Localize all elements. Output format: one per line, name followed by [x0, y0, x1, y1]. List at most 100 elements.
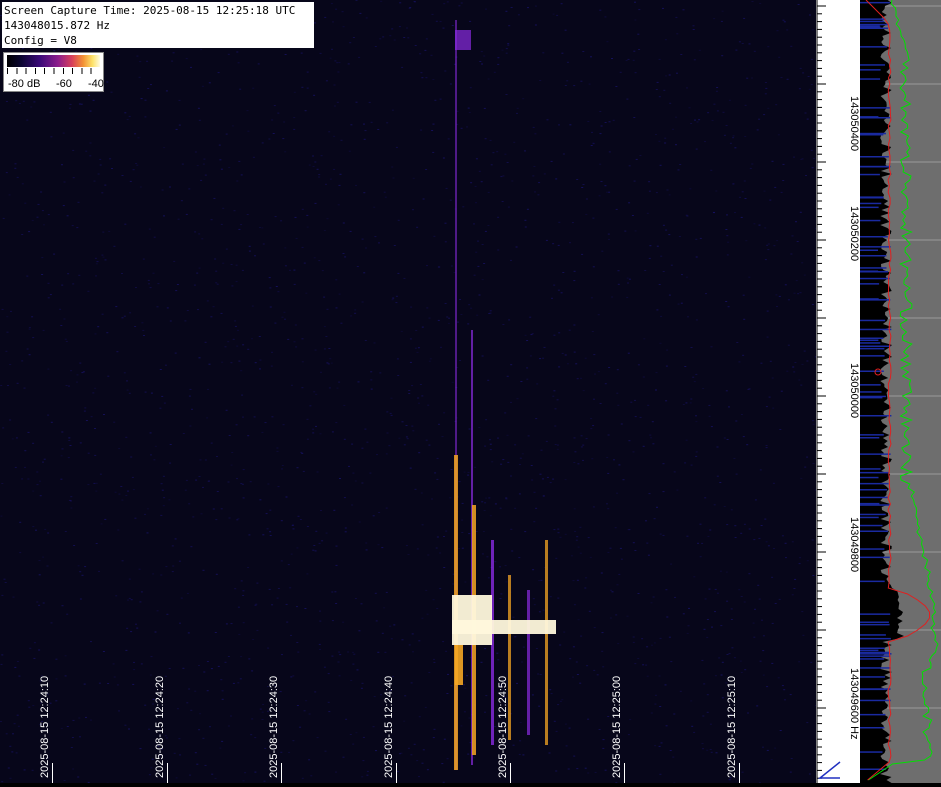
noise-speck: [443, 412, 445, 413]
noise-speck: [711, 752, 713, 753]
noise-speck: [251, 670, 253, 671]
noise-speck: [90, 48, 92, 49]
noise-speck: [247, 110, 249, 111]
noise-speck: [41, 274, 43, 275]
noise-speck: [129, 393, 131, 394]
noise-speck: [32, 770, 34, 771]
noise-speck: [643, 446, 645, 447]
noise-speck: [629, 719, 631, 720]
noise-speck: [140, 187, 142, 188]
noise-speck: [702, 388, 704, 389]
noise-speck: [154, 237, 156, 238]
noise-speck: [581, 187, 583, 188]
noise-speck: [786, 371, 788, 372]
noise-speck: [325, 751, 327, 752]
noise-speck: [771, 577, 773, 578]
noise-speck: [731, 619, 733, 620]
noise-speck: [12, 733, 14, 734]
noise-speck: [604, 185, 606, 186]
noise-speck: [369, 102, 371, 103]
noise-speck: [445, 241, 447, 242]
noise-speck: [286, 622, 288, 623]
noise-speck: [770, 361, 772, 362]
noise-speck: [552, 396, 554, 397]
noise-speck: [665, 230, 667, 231]
noise-speck: [241, 580, 243, 581]
noise-speck: [314, 22, 316, 23]
noise-speck: [438, 320, 440, 321]
noise-speck: [711, 426, 713, 427]
noise-speck: [809, 774, 811, 775]
noise-speck: [532, 333, 534, 334]
noise-speck: [437, 537, 439, 538]
noise-speck: [443, 158, 445, 159]
noise-speck: [217, 491, 219, 492]
noise-speck: [342, 11, 344, 12]
noise-speck: [50, 112, 52, 113]
noise-speck: [129, 579, 131, 580]
noise-speck: [105, 259, 107, 260]
noise-speck: [467, 475, 469, 476]
noise-speck: [297, 652, 299, 653]
noise-speck: [594, 627, 596, 628]
noise-speck: [409, 644, 411, 645]
noise-speck: [370, 371, 372, 372]
noise-speck: [479, 61, 481, 62]
time-tick: [396, 763, 397, 783]
time-label: 2025-08-15 12:24:50: [497, 676, 509, 778]
noise-speck: [242, 270, 244, 271]
noise-speck: [426, 440, 428, 441]
noise-speck: [502, 175, 504, 176]
noise-speck: [141, 98, 143, 99]
noise-speck: [347, 652, 349, 653]
noise-speck: [331, 592, 333, 593]
noise-speck: [411, 682, 413, 683]
noise-speck: [228, 54, 230, 55]
noise-speck: [681, 274, 683, 275]
noise-speck: [615, 527, 617, 528]
noise-speck: [293, 129, 295, 130]
noise-speck: [468, 108, 470, 109]
noise-speck: [438, 267, 440, 268]
noise-speck: [746, 444, 748, 445]
noise-speck: [277, 291, 279, 292]
noise-speck: [68, 386, 70, 387]
noise-speck: [587, 773, 589, 774]
noise-speck: [490, 140, 492, 141]
noise-speck: [481, 662, 483, 663]
noise-speck: [250, 734, 252, 735]
noise-speck: [418, 640, 420, 641]
noise-speck: [333, 136, 335, 137]
noise-speck: [707, 694, 709, 695]
noise-speck: [365, 248, 367, 249]
noise-speck: [490, 515, 492, 516]
noise-speck: [247, 214, 249, 215]
noise-speck: [475, 252, 477, 253]
noise-speck: [578, 547, 580, 548]
noise-speck: [678, 304, 680, 305]
noise-speck: [421, 395, 423, 396]
noise-speck: [103, 651, 105, 652]
noise-speck: [374, 696, 376, 697]
noise-speck: [40, 495, 42, 496]
noise-speck: [633, 60, 635, 61]
noise-speck: [90, 143, 92, 144]
noise-speck: [175, 290, 177, 291]
noise-speck: [169, 463, 171, 464]
noise-speck: [155, 446, 157, 447]
noise-speck: [417, 352, 419, 353]
noise-speck: [384, 192, 386, 193]
noise-speck: [277, 113, 279, 114]
noise-speck: [592, 143, 594, 144]
waterfall-display[interactable]: Screen Capture Time: 2025-08-15 12:25:18…: [0, 0, 816, 783]
noise-speck: [606, 41, 608, 42]
noise-speck: [462, 548, 464, 549]
noise-speck: [800, 478, 802, 479]
noise-speck: [336, 546, 338, 547]
noise-speck: [559, 645, 561, 646]
spectrum-spike: [860, 207, 879, 209]
spectrum-spike: [860, 278, 890, 280]
noise-speck: [772, 378, 774, 379]
noise-speck: [267, 484, 269, 485]
noise-speck: [481, 501, 483, 502]
